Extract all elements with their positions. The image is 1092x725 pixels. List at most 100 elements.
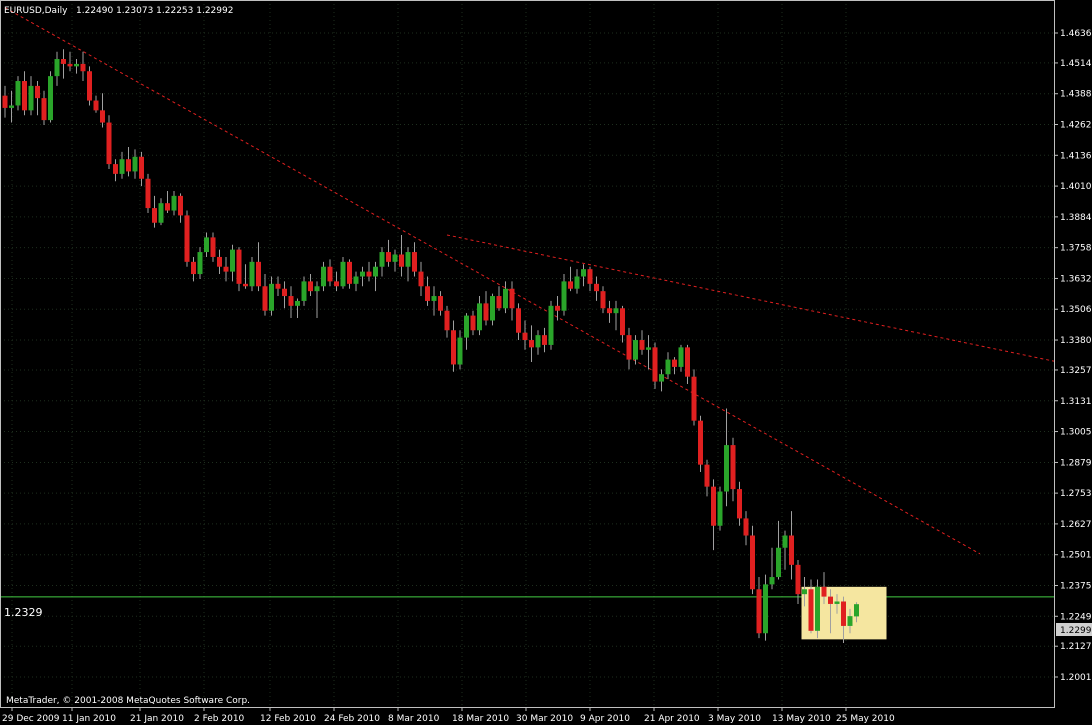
bull-candle	[815, 586, 820, 631]
bear-candle	[795, 564, 801, 595]
price-tick-label: 1.33800	[1060, 336, 1092, 346]
bull-candle	[548, 305, 554, 345]
bull-candle	[197, 252, 203, 275]
bear-candle	[67, 63, 73, 67]
price-tick-label: 1.30055	[1060, 428, 1092, 438]
time-tick-label: 11 Jan 2010	[62, 714, 116, 724]
bear-candle	[93, 100, 99, 111]
candles	[2, 49, 859, 644]
time-tick-label: 3 May 2010	[708, 714, 761, 724]
bear-candle	[841, 601, 846, 626]
bear-candle	[743, 518, 749, 536]
bear-candle	[178, 195, 183, 216]
bull-candle	[678, 347, 684, 367]
symbol-label: EURUSD,Daily	[4, 6, 68, 16]
time-tick-label: 21 Jan 2010	[130, 714, 184, 724]
bull-candle	[561, 281, 567, 311]
bull-candle	[301, 281, 307, 301]
bear-candle	[685, 347, 690, 377]
bull-candle	[360, 271, 365, 277]
bear-candle	[587, 269, 593, 284]
ohlc-label: 1.22490 1.23073 1.22253 1.22992	[76, 6, 233, 16]
bear-candle	[509, 288, 515, 309]
bear-candle	[711, 486, 716, 526]
bull-candle	[782, 535, 788, 548]
bear-candle	[275, 283, 281, 289]
bull-candle	[464, 315, 469, 338]
time-tick-label: 25 May 2010	[836, 714, 895, 724]
bull-candle	[717, 491, 723, 526]
trendlines[interactable]	[4, 7, 1059, 555]
bear-candle	[516, 308, 521, 333]
bear-candle	[145, 178, 151, 209]
bear-candle	[808, 589, 814, 631]
bear-candle	[600, 291, 606, 309]
time-axis: 29 Dec 2009 11 Jan 2010 21 Jan 2010 2 Feb 2…	[2, 707, 895, 724]
bear-candle	[282, 288, 287, 297]
trendline[interactable]	[4, 7, 981, 555]
bull-candle	[230, 249, 235, 272]
bear-candle	[217, 256, 222, 267]
bear-candle	[2, 95, 8, 108]
bull-candle	[646, 347, 651, 350]
bear-candle	[256, 261, 261, 287]
bull-candle	[379, 252, 385, 267]
time-tick-label: 9 Apr 2010	[580, 714, 630, 724]
bull-candle	[477, 303, 482, 331]
bear-candle	[483, 303, 489, 321]
bear-candle	[308, 281, 313, 292]
hline-label: 1.2329	[4, 606, 43, 619]
bull-candle	[847, 616, 853, 626]
bear-candle	[366, 271, 372, 277]
bear-candle	[496, 296, 502, 309]
bear-candle	[236, 249, 242, 284]
bull-candle	[54, 59, 60, 77]
bear-candle	[756, 589, 762, 634]
bear-candle	[704, 464, 710, 487]
bear-candle	[730, 445, 736, 490]
price-tick-label: 1.20010	[1060, 673, 1092, 683]
bear-candle	[191, 261, 196, 275]
chart-grid	[0, 0, 1054, 707]
time-tick-label: 12 Feb 2010	[260, 714, 316, 724]
bull-candle	[392, 254, 398, 262]
bull-candle	[633, 340, 638, 360]
bull-candle	[854, 604, 859, 617]
price-tick-label: 1.41360	[1060, 151, 1092, 161]
bear-candle	[444, 310, 450, 331]
bear-candle	[626, 335, 632, 360]
time-tick-label: 24 Feb 2010	[324, 714, 380, 724]
price-tick-label: 1.27535	[1060, 489, 1092, 499]
bull-candle	[15, 81, 21, 106]
price-tick-label: 1.36320	[1060, 274, 1092, 284]
bull-candle	[405, 252, 411, 267]
bear-candle	[620, 308, 625, 336]
time-tick-label: 18 Mar 2010	[452, 714, 509, 724]
bear-candle	[750, 535, 755, 590]
time-tick-label: 21 Apr 2010	[644, 714, 700, 724]
bull-candle	[802, 589, 807, 595]
bear-candle	[152, 208, 157, 223]
bear-candle	[737, 489, 742, 519]
price-chart[interactable]: 1.46365 1.45140 1.43880 1.42620 1.41360 1.401…	[0, 0, 1092, 725]
current-price-label: 1.22992	[1060, 626, 1092, 636]
bear-candle	[399, 254, 404, 267]
bear-candle	[80, 63, 86, 72]
price-tick-label: 1.38840	[1060, 213, 1092, 223]
bull-candle	[74, 63, 79, 67]
bear-candle	[262, 286, 268, 311]
bull-candle	[574, 276, 580, 289]
copyright-label: MetaTrader, © 2001-2008 MetaQuotes Softw…	[6, 696, 250, 706]
price-tick-label: 1.25015	[1060, 551, 1092, 561]
bull-candle	[457, 337, 463, 365]
bull-candle	[490, 296, 495, 321]
bull-candle	[132, 156, 138, 172]
price-tick-label: 1.21270	[1060, 642, 1092, 652]
bull-candle	[249, 261, 255, 287]
bull-candle	[503, 288, 508, 309]
price-tick-label: 1.26275	[1060, 520, 1092, 530]
price-tick-label: 1.35060	[1060, 305, 1092, 315]
bull-candle	[48, 76, 53, 121]
bear-candle	[691, 376, 697, 421]
bear-candle	[672, 359, 677, 367]
